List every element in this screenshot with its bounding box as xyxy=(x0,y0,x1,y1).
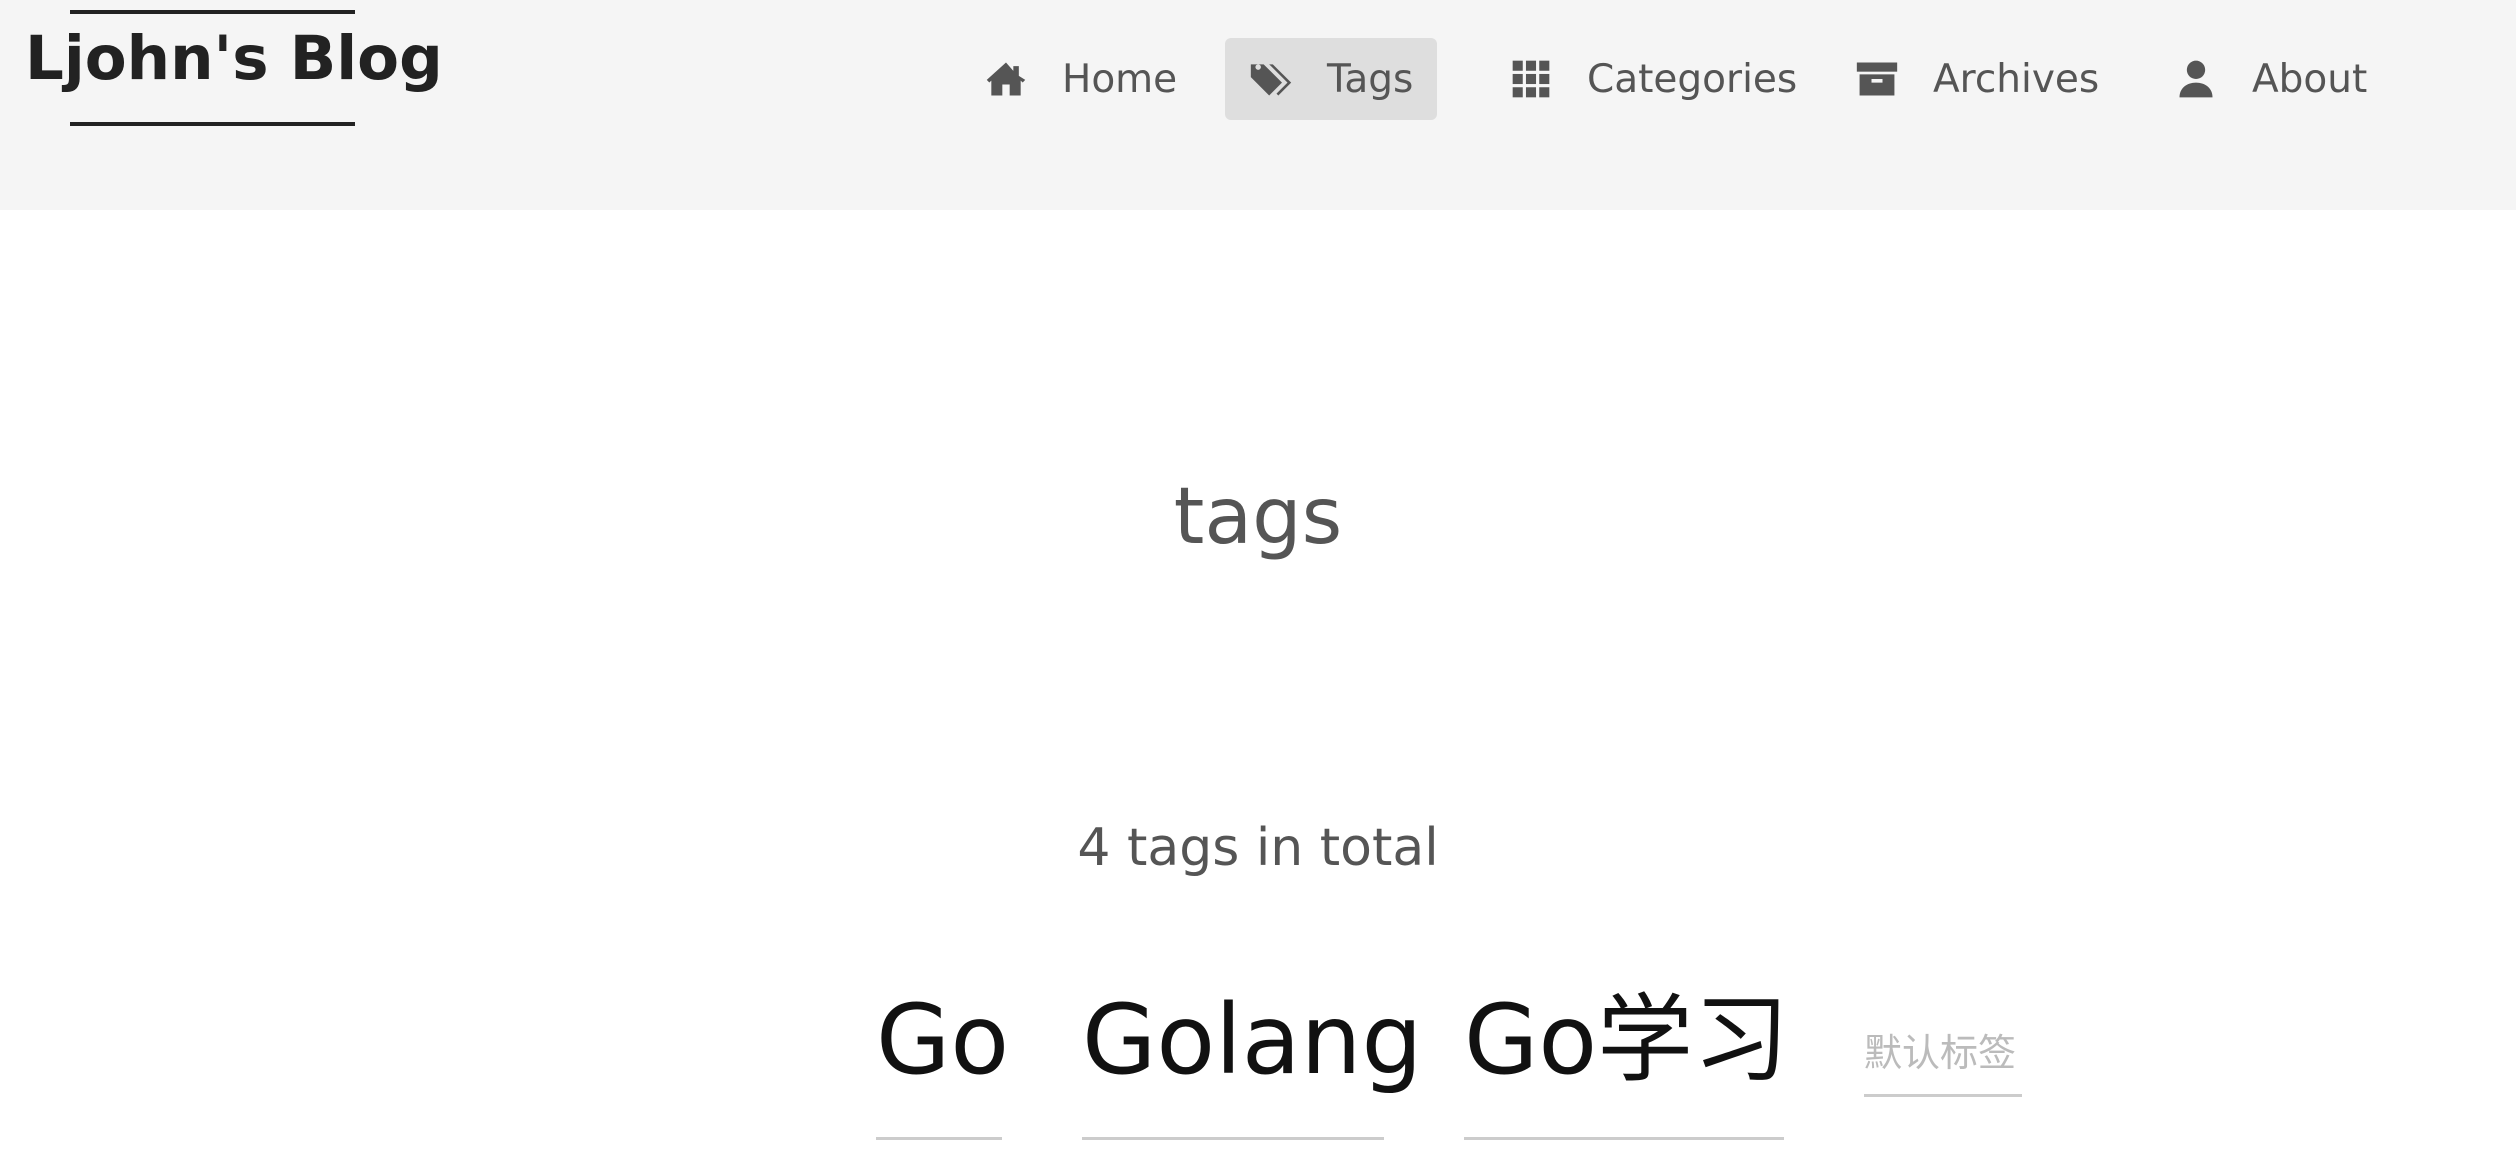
brand-bottom-line xyxy=(70,122,355,126)
archive-icon xyxy=(1855,57,1899,101)
site-header: Ljohn's Blog Home Tags Categories Archiv… xyxy=(0,0,2516,210)
tag-golang-underline xyxy=(1082,1137,1384,1140)
tag-go[interactable]: Go xyxy=(876,992,1009,1088)
tag-go-learning-underline xyxy=(1464,1137,1784,1140)
nav-archives[interactable]: Archives xyxy=(1831,38,2123,120)
nav-categories-label: Categories xyxy=(1587,56,1798,102)
tag-go-underline xyxy=(876,1137,1002,1140)
nav-home[interactable]: Home xyxy=(960,38,1201,120)
tag-golang[interactable]: Golang xyxy=(1082,992,1422,1088)
tags-icon xyxy=(1249,57,1293,101)
tag-default[interactable]: 默认标签 xyxy=(1864,1034,2016,1072)
user-icon xyxy=(2174,57,2218,101)
home-icon xyxy=(984,57,1028,101)
nav-home-label: Home xyxy=(1062,56,1178,102)
nav-tags[interactable]: Tags xyxy=(1225,38,1438,120)
brand-top-line xyxy=(70,10,355,14)
grid-icon xyxy=(1509,57,1553,101)
page-title: tags xyxy=(1173,472,1343,562)
site-title[interactable]: Ljohn's Blog xyxy=(25,28,443,89)
nav-categories[interactable]: Categories xyxy=(1485,38,1821,120)
tag-go-learning[interactable]: Go学习 xyxy=(1464,992,1789,1088)
nav-about[interactable]: About xyxy=(2150,38,2391,120)
nav-about-label: About xyxy=(2252,56,2368,102)
nav-tags-label: Tags xyxy=(1327,56,1414,102)
tag-default-underline xyxy=(1864,1094,2022,1097)
nav-archives-label: Archives xyxy=(1933,56,2100,102)
tag-count: 4 tags in total xyxy=(1077,818,1439,878)
